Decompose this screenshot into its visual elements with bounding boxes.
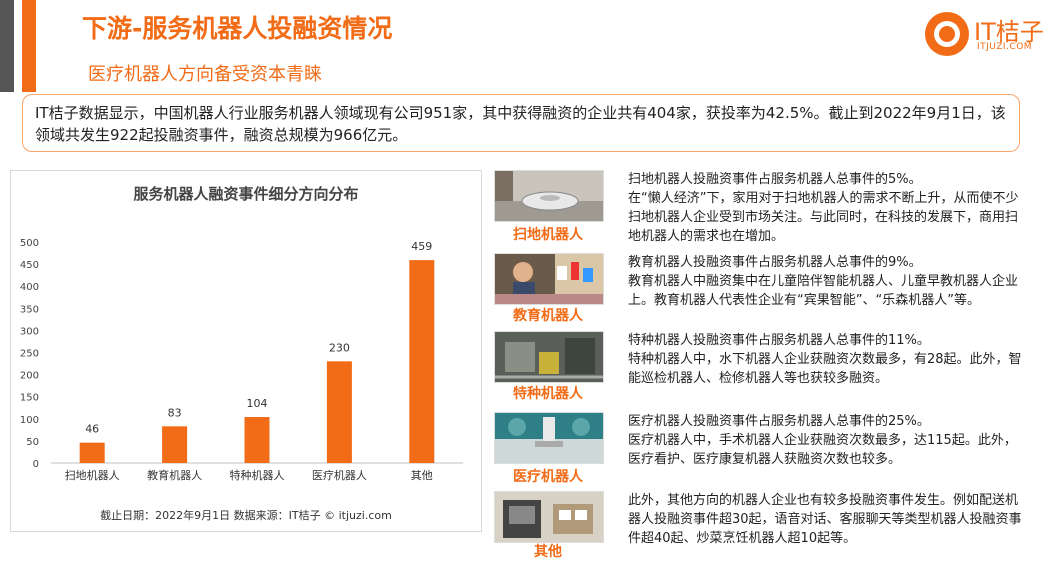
category-label: 特种机器人 [230,468,285,482]
decor-bar-gray [0,0,14,92]
section-label: 扫地机器人 [513,227,583,243]
section-label: 医疗机器人 [513,469,583,485]
description-line: 扫地机器人投融资事件占服务机器人总事件的5%。 [628,172,922,187]
description-line: 教育机器人中融资集中在儿童陪伴智能机器人、儿童早教机器人企业上。教育机器人代表性… [628,274,1019,308]
y-tick-label: 350 [20,304,39,315]
category-label: 其他 [411,469,433,482]
section-row: 扫地机器人 扫地机器人投融资事件占服务机器人总事件的5%。在“懒人经济”下，家用对… [494,170,1054,244]
summary-box: IT桔子数据显示，中国机器人行业服务机器人领域现有公司951家，其中获得融资的企… [22,94,1020,152]
y-tick-label: 400 [20,282,39,293]
decor-bar-orange [22,0,36,92]
bar [79,442,105,463]
chart-footer: 截止日期：2022年9月1日 数据来源：IT桔子 © itjuzi.com [100,509,392,522]
section-row: 教育机器人 教育机器人投融资事件占服务机器人总事件的9%。教育机器人中融资集中在儿… [494,253,1054,324]
section-description: 扫地机器人投融资事件占服务机器人总事件的5%。在“懒人经济”下，家用对于扫地机器… [628,170,1028,246]
itjuzi-logo: IT桔子 ITJUZI.COM [925,10,1045,60]
description-line: 教育机器人投融资事件占服务机器人总事件的9%。 [628,255,922,270]
cooking-robot-photo [494,491,604,543]
description-line: 医疗机器人投融资事件占服务机器人总事件的25%。 [628,414,930,429]
section-label: 其他 [534,544,562,560]
bar-chart: 0 50 100 150 200 250 300 350 400 450 500 46 扫地机器人 83 教… [20,238,463,482]
y-tick-label: 100 [20,415,39,426]
category-label: 教育机器人 [147,468,202,482]
section-description: 此外，其他方向的机器人企业也有较多投融资事件发生。例如配送机器人投融资事件超30… [628,491,1028,548]
data-label: 83 [168,406,182,419]
section-label: 教育机器人 [513,308,583,324]
description-line: 特种机器人中，水下机器人企业获融资次数最多，有28起。此外，智能巡检机器人、检修… [628,352,1022,386]
y-tick-label: 250 [20,349,39,360]
y-tick-label: 450 [20,260,39,271]
data-label: 104 [247,397,268,410]
bar [409,260,435,463]
orange-logo-icon [925,12,969,56]
bar [162,426,188,463]
category-label: 扫地机器人 [65,468,120,482]
description-line: 此外，其他方向的机器人企业也有较多投融资事件发生。例如配送机器人投融资事件超30… [628,493,1022,546]
section-row: 医疗机器人 医疗机器人投融资事件占服务机器人总事件的25%。医疗机器人中，手术机器… [494,412,1054,485]
logo-subtext: ITJUZI.COM [977,42,1033,52]
y-tick-label: 200 [20,371,39,382]
bar [326,361,352,463]
data-label: 46 [85,423,99,436]
section-description: 医疗机器人投融资事件占服务机器人总事件的25%。医疗机器人中，手术机器人企业获融… [628,412,1028,469]
section-row: 其他 此外，其他方向的机器人企业也有较多投融资事件发生。例如配送机器人投融资事件超… [494,491,1054,561]
robot-vacuum-photo [494,170,604,222]
y-tick-label: 150 [20,393,39,404]
y-tick-label: 0 [33,459,39,470]
section-description: 教育机器人投融资事件占服务机器人总事件的9%。教育机器人中融资集中在儿童陪伴智能… [628,253,1028,310]
bar [244,417,270,463]
description-line: 在“懒人经济”下，家用对于扫地机器人的需求不断上升，从而使不少扫地机器人企业受到… [628,191,1019,244]
data-label: 459 [411,240,432,253]
summary-text: IT桔子数据显示，中国机器人行业服务机器人领域现有公司951家，其中获得融资的企… [35,104,1006,144]
y-tick-label: 50 [26,437,39,448]
description-line: 特种机器人投融资事件占服务机器人总事件的11%。 [628,333,930,348]
special-robot-photo [494,331,604,383]
category-label: 医疗机器人 [312,468,367,482]
medical-robot-photo [494,412,604,464]
y-tick-label: 500 [20,238,39,249]
data-label: 230 [329,341,350,354]
education-robot-photo [494,253,604,305]
section-description: 特种机器人投融资事件占服务机器人总事件的11%。特种机器人中，水下机器人企业获融… [628,331,1028,388]
section-label: 特种机器人 [513,386,583,402]
section-row: 特种机器人 特种机器人投融资事件占服务机器人总事件的11%。特种机器人中，水下机器… [494,331,1054,402]
chart-panel: 服务机器人融资事件细分方向分布 0 50 100 150 200 250 300 350 400… [10,170,482,532]
y-tick-label: 300 [20,326,39,337]
page-subtitle: 医疗机器人方向备受资本青睐 [88,64,322,85]
page-title: 下游-服务机器人投融资情况 [82,14,393,43]
description-line: 医疗机器人中，手术机器人企业获融资次数最多，达115起。此外，医疗看护、医疗康复… [628,433,1017,467]
